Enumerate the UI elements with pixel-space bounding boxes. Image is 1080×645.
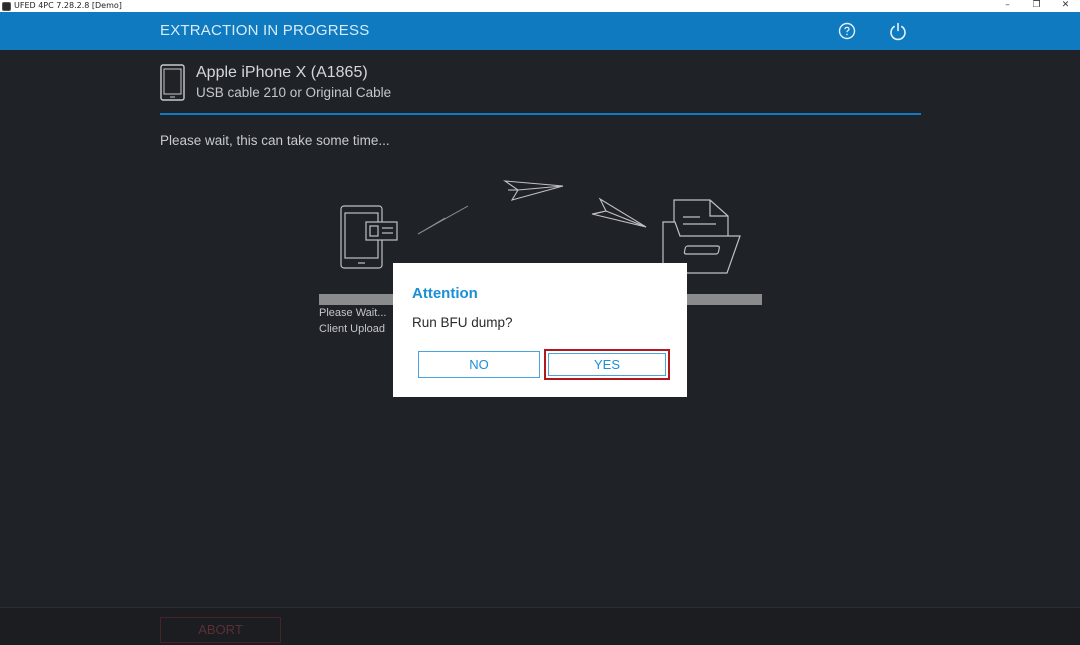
- abort-button[interactable]: ABORT: [160, 617, 281, 643]
- dialog-title: Attention: [412, 285, 478, 302]
- help-circle-icon[interactable]: [836, 20, 858, 42]
- progress-bar-destination: [686, 294, 762, 305]
- status-subtext: Client Upload: [319, 323, 386, 335]
- device-info: Apple iPhone X (A1865) USB cable 210 or …: [160, 63, 920, 103]
- app-header: EXTRACTION IN PROGRESS: [0, 12, 1080, 50]
- restore-button[interactable]: ❐: [1022, 0, 1051, 12]
- window-title: UFED 4PC 7.28.2.8 [Demo]: [14, 1, 122, 10]
- power-icon[interactable]: [887, 20, 909, 42]
- page-title: EXTRACTION IN PROGRESS: [160, 22, 370, 39]
- yes-button-highlight[interactable]: YES: [544, 349, 670, 380]
- source-phone-icon: [340, 205, 398, 269]
- minimize-button[interactable]: –: [993, 0, 1022, 12]
- progress-bar-source: [319, 294, 394, 305]
- close-window-button[interactable]: ✕: [1051, 0, 1080, 12]
- window-titlebar: UFED 4PC 7.28.2.8 [Demo] – ❐ ✕: [0, 0, 1080, 12]
- device-divider: [160, 113, 921, 115]
- footer-bar: ABORT: [0, 607, 1080, 645]
- wait-message: Please wait, this can take some time...: [160, 133, 390, 148]
- window-controls: – ❐ ✕: [993, 0, 1080, 12]
- attention-dialog: Attention Run BFU dump? NO YES: [393, 263, 687, 397]
- dialog-message: Run BFU dump?: [412, 315, 513, 330]
- device-cable: USB cable 210 or Original Cable: [196, 85, 392, 100]
- paper-plane-icon: [417, 205, 469, 235]
- yes-button[interactable]: YES: [548, 353, 666, 376]
- device-name: Apple iPhone X (A1865): [196, 64, 368, 81]
- status-text: Please Wait...: [319, 307, 387, 319]
- phone-icon: [160, 64, 185, 101]
- paper-plane-icon: [502, 180, 564, 201]
- no-button[interactable]: NO: [418, 351, 540, 378]
- paper-plane-icon: [591, 197, 647, 228]
- app-icon: [2, 1, 11, 11]
